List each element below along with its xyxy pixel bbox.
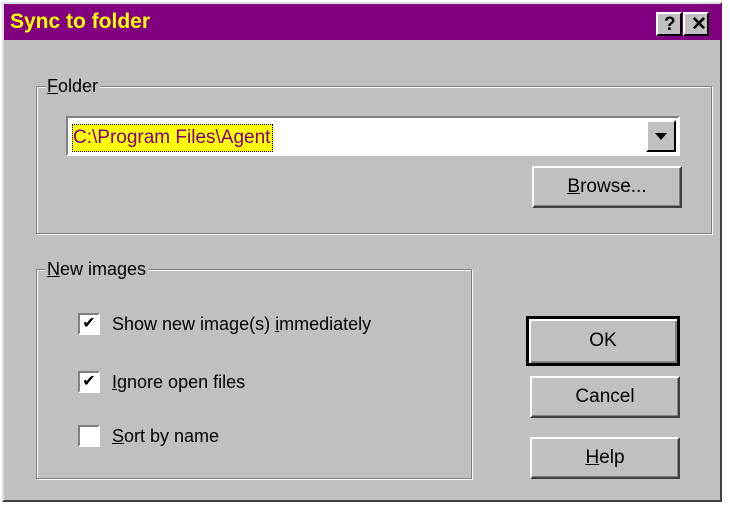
- label-part: mmediately: [279, 314, 372, 334]
- folder-label-mnemonic: F: [47, 76, 58, 96]
- ignore-open-files-label[interactable]: Ignore open files: [112, 370, 245, 394]
- folder-path-combobox[interactable]: C:\Program Files\Agent: [66, 116, 680, 156]
- help-question-icon[interactable]: ?: [656, 12, 682, 36]
- new-images-groupbox: New images: [36, 258, 472, 479]
- folder-label-rest: older: [58, 76, 99, 96]
- sort-by-name-label[interactable]: Sort by name: [112, 424, 219, 448]
- label-mnemonic: S: [112, 426, 125, 446]
- browse-label-rest: rowse...: [580, 176, 647, 197]
- folder-path-input[interactable]: C:\Program Files\Agent: [72, 124, 274, 152]
- ok-button[interactable]: OK: [526, 316, 680, 366]
- show-new-images-checkbox[interactable]: ✔: [78, 313, 100, 335]
- chevron-down-icon: [655, 133, 667, 140]
- help-button[interactable]: Help: [530, 437, 680, 479]
- new-images-mnemonic: N: [47, 259, 60, 279]
- label-part: Show new image(s): [112, 314, 276, 334]
- label-part: ort by name: [124, 426, 220, 446]
- window-title: Sync to folder: [10, 10, 151, 33]
- sort-by-name-checkbox[interactable]: [78, 425, 100, 447]
- new-images-group-label: New images: [45, 258, 149, 280]
- ignore-open-files-checkbox[interactable]: ✔: [78, 371, 100, 393]
- close-icon[interactable]: ✕: [683, 12, 709, 36]
- label-part: gnore open files: [117, 372, 246, 392]
- folder-group-label: Folder: [45, 75, 101, 97]
- folder-groupbox: Folder: [36, 75, 712, 234]
- help-mnemonic: H: [585, 447, 600, 468]
- cancel-button[interactable]: Cancel: [530, 376, 680, 418]
- show-new-images-label[interactable]: Show new image(s) immediately: [112, 312, 371, 336]
- combo-dropdown-button[interactable]: [646, 120, 676, 152]
- new-images-label-rest: ew images: [60, 259, 147, 279]
- browse-button[interactable]: Browse...: [532, 166, 682, 208]
- title-bar[interactable]: Sync to folder ? ✕: [4, 4, 722, 40]
- help-label-rest: elp: [599, 447, 625, 468]
- browse-mnemonic: B: [567, 176, 581, 197]
